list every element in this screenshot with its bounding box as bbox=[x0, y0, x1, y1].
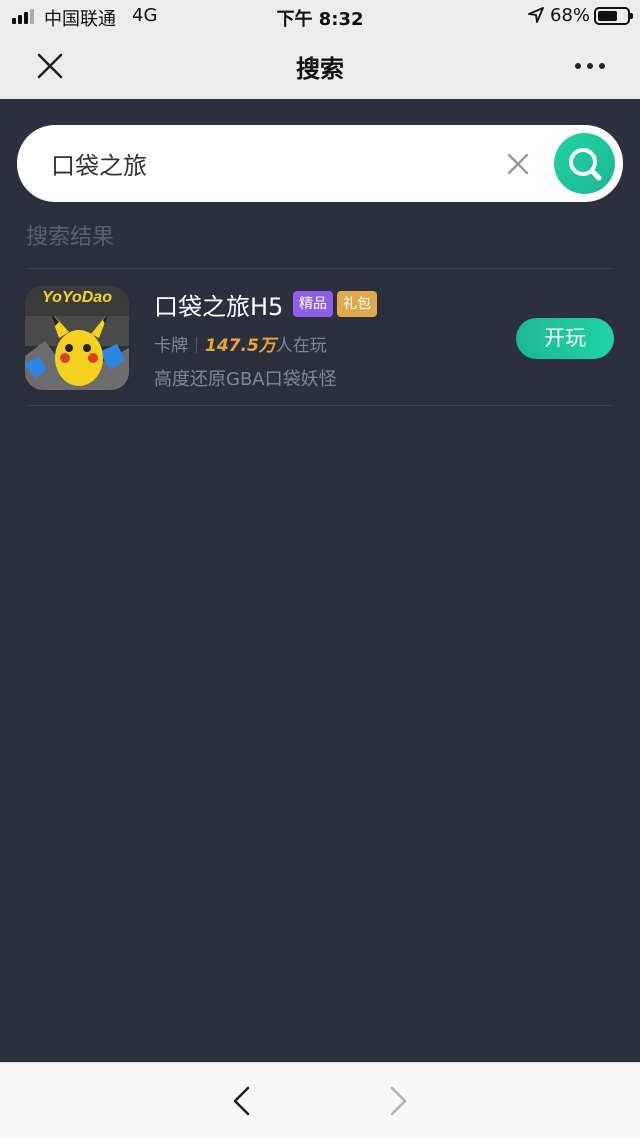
player-count-suffix: 人在玩 bbox=[275, 336, 327, 356]
game-description: 高度还原GBA口袋妖怪 bbox=[154, 369, 337, 390]
clear-search-icon[interactable] bbox=[503, 149, 533, 179]
status-time: 下午 8:32 bbox=[276, 9, 364, 30]
player-count: 147.5万 bbox=[205, 336, 276, 356]
search-button[interactable] bbox=[554, 133, 615, 194]
location-icon bbox=[528, 7, 544, 23]
battery-icon bbox=[594, 7, 633, 25]
play-button[interactable]: 开玩 bbox=[516, 318, 614, 359]
premium-badge: 精品 bbox=[293, 291, 333, 317]
battery-level bbox=[598, 11, 618, 21]
game-category: 卡牌 bbox=[154, 336, 188, 356]
meta-separator bbox=[196, 337, 197, 353]
game-meta: 卡牌 147.5万人在玩 bbox=[154, 331, 327, 356]
page-title: 搜索 bbox=[296, 55, 344, 83]
game-title[interactable]: 口袋之旅H5 bbox=[154, 287, 283, 322]
chevron-right-icon[interactable] bbox=[384, 1085, 412, 1117]
status-bar: 中国联通 4G 下午 8:32 68% bbox=[0, 0, 640, 33]
list-item[interactable]: YoYoDao 口袋之旅H5 精品 礼包 卡牌 147.5万人在玩 高度还原GBA… bbox=[0, 269, 640, 405]
search-icon bbox=[569, 148, 602, 181]
more-icon[interactable] bbox=[570, 50, 610, 82]
battery-percent: 68% bbox=[550, 5, 591, 26]
nav-bar: 搜索 bbox=[0, 33, 640, 99]
results-heading: 搜索结果 bbox=[26, 225, 115, 250]
game-icon[interactable]: YoYoDao bbox=[25, 286, 129, 390]
bottom-nav-bar bbox=[0, 1062, 640, 1138]
chevron-left-icon[interactable] bbox=[228, 1085, 256, 1117]
search-input[interactable] bbox=[51, 125, 491, 202]
search-box bbox=[17, 125, 623, 202]
game-logo-text: YoYoDao bbox=[42, 289, 112, 306]
gift-badge: 礼包 bbox=[337, 291, 377, 317]
divider bbox=[26, 405, 614, 406]
